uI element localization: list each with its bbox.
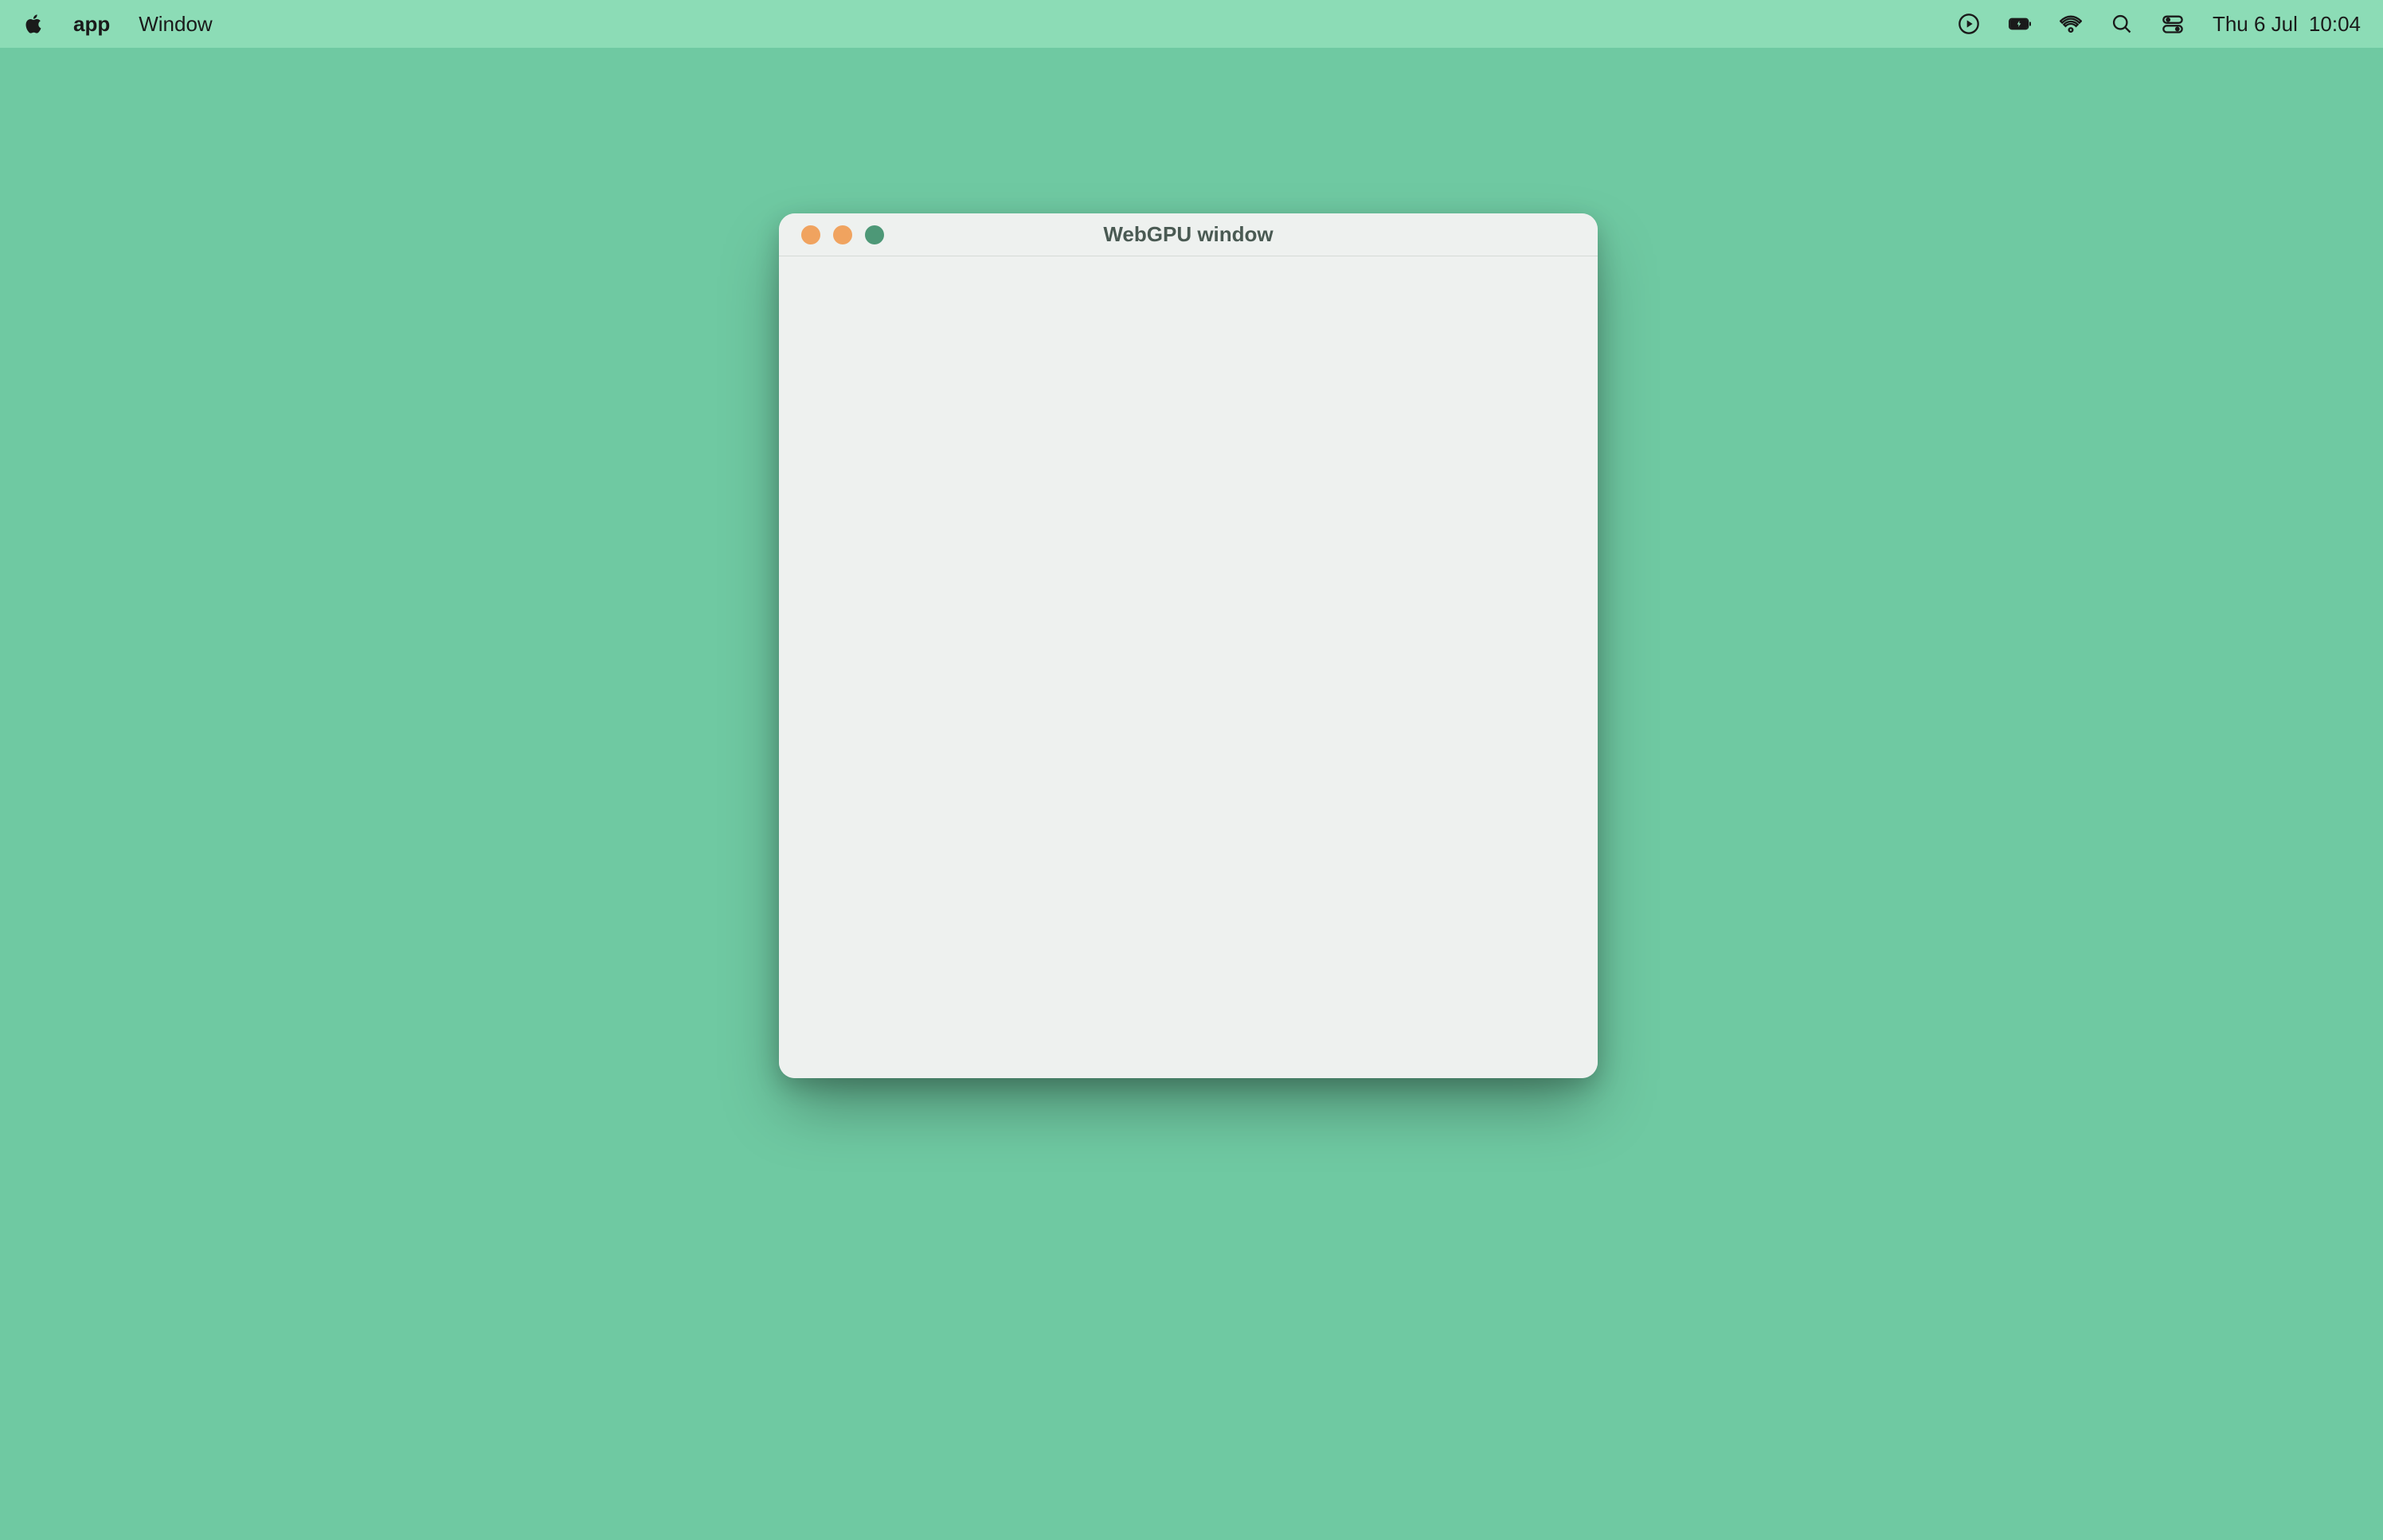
traffic-lights	[779, 225, 884, 244]
apple-menu-icon[interactable]	[22, 13, 45, 35]
window-menu[interactable]: Window	[139, 12, 212, 37]
app-window[interactable]: WebGPU window	[779, 213, 1598, 1078]
window-content	[779, 256, 1598, 1078]
menu-bar-right: Thu 6 Jul 10:04	[1958, 12, 2361, 37]
datetime[interactable]: Thu 6 Jul 10:04	[2213, 12, 2361, 37]
search-icon[interactable]	[2111, 13, 2133, 35]
window-title: WebGPU window	[1103, 222, 1273, 247]
control-center-icon[interactable]	[2162, 13, 2184, 35]
minimize-button[interactable]	[833, 225, 852, 244]
time-text: 10:04	[2309, 12, 2361, 37]
play-circle-icon[interactable]	[1958, 13, 1980, 35]
menu-bar-left: app Window	[22, 12, 213, 37]
desktop[interactable]: WebGPU window	[0, 48, 2383, 1540]
wifi-icon[interactable]	[2060, 13, 2082, 35]
app-menu[interactable]: app	[73, 12, 110, 37]
date-text: Thu 6 Jul	[2213, 12, 2298, 37]
menu-bar: app Window	[0, 0, 2383, 48]
window-title-bar[interactable]: WebGPU window	[779, 213, 1598, 256]
battery-charging-icon[interactable]	[2009, 13, 2031, 35]
close-button[interactable]	[801, 225, 820, 244]
maximize-button[interactable]	[865, 225, 884, 244]
